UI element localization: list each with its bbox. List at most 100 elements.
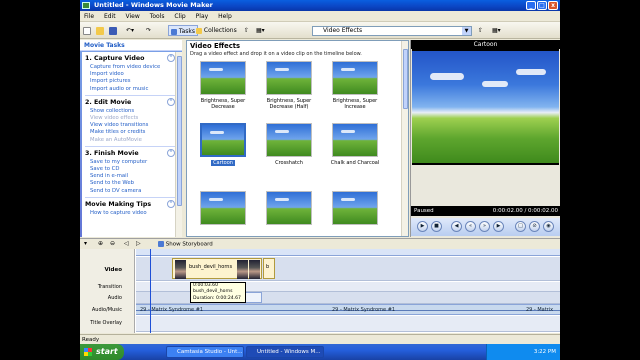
start-button[interactable]: start (80, 344, 124, 360)
effect-item[interactable]: Brightness, Super Decrease (Half) (260, 61, 318, 110)
stop-button[interactable]: ■ (431, 221, 442, 232)
send-email-link[interactable]: Send in e-mail (85, 173, 177, 180)
view-video-transitions-link[interactable]: View video transitions (85, 122, 177, 129)
make-titles-link[interactable]: Make titles or credits (85, 129, 177, 136)
title-overlay-track[interactable] (136, 316, 560, 332)
effect-item[interactable] (326, 191, 384, 225)
collection-combo[interactable]: Video Effects ▼ (312, 26, 472, 36)
new-project-button[interactable] (83, 25, 91, 36)
timeline: Video Transition Audio Audio/Music Title… (80, 249, 560, 333)
how-to-capture-link[interactable]: How to capture video (85, 210, 177, 217)
show-storyboard-button[interactable]: Show Storyboard (158, 241, 213, 249)
show-collections-link[interactable]: Show collections (85, 108, 177, 115)
effect-item[interactable]: Crosshatch (260, 123, 318, 166)
effect-label: Brightness, Super Decrease (200, 98, 246, 110)
menu-view[interactable]: View (122, 11, 144, 22)
task-section-title: Movie Making Tips ⌃ (85, 199, 177, 208)
menu-tools[interactable]: Tools (146, 11, 169, 22)
menu-clip[interactable]: Clip (170, 11, 189, 22)
preview-controls: ▶ ■ ◀ « » ▶ □ ⊘ ◉ (411, 218, 560, 236)
open-project-button[interactable] (96, 25, 104, 36)
collapse-chevron-icon[interactable]: ⌃ (167, 199, 175, 208)
menu-edit[interactable]: Edit (100, 11, 120, 22)
preview-title: Cartoon (411, 40, 560, 49)
finish-movie-title: 3. Finish Movie (85, 149, 139, 157)
menu-help[interactable]: Help (214, 11, 236, 22)
audio-clip-label: 29 - Matrix (526, 307, 554, 313)
previous-frame-button[interactable]: ◀ (451, 221, 462, 232)
video-effects-title: Video Effects (190, 42, 241, 50)
capture-from-device-link[interactable]: Capture from video device (85, 64, 177, 71)
snapshot-button[interactable]: ◉ (543, 221, 554, 232)
save-project-button[interactable] (109, 25, 117, 36)
up-collection-button[interactable]: ⇧ (478, 25, 483, 36)
tasks-icon (171, 28, 177, 35)
taskbar-item-camtasia[interactable]: Camtasia Studio - Unt... (166, 346, 244, 358)
collections-label: Collections (203, 27, 237, 34)
rewind-timeline-icon[interactable]: ◁ (124, 240, 129, 247)
effect-item-selected[interactable]: Cartoon (194, 122, 252, 166)
tasks-button[interactable]: Tasks (168, 25, 198, 36)
track-label-audio: Audio (107, 295, 122, 301)
forward-button[interactable]: » (479, 221, 490, 232)
view-video-effects-link[interactable]: View video effects (85, 115, 177, 122)
play-timeline-icon[interactable]: ▷ (136, 240, 141, 247)
chevron-down-icon[interactable]: ▼ (462, 27, 471, 35)
effect-item[interactable]: Brightness, Super Decrease (194, 61, 252, 110)
movie-maker-app-icon (82, 2, 90, 9)
menu-play[interactable]: Play (192, 11, 213, 22)
rewind-button[interactable]: « (465, 221, 476, 232)
effect-item[interactable] (194, 191, 252, 225)
import-video-link[interactable]: Import video (85, 71, 177, 78)
effects-scroll-thumb[interactable] (403, 49, 408, 109)
collapse-chevron-icon[interactable]: ⌃ (167, 97, 175, 106)
send-dv-camera-link[interactable]: Send to DV camera (85, 188, 177, 195)
video-track[interactable]: bush_devil_horns b (136, 257, 560, 281)
collections-icon (196, 27, 202, 34)
taskbar-item-movie-maker[interactable]: Untitled - Windows M... (246, 346, 324, 358)
fullscreen-button[interactable]: □ (515, 221, 526, 232)
minimize-button[interactable]: _ (526, 1, 536, 10)
tasks-scroll-thumb[interactable] (177, 56, 182, 206)
menu-bar: File Edit View Tools Clip Play Help (80, 11, 560, 22)
set-audio-levels-icon[interactable]: ▾ (84, 240, 87, 247)
collection-views-button[interactable]: ▦▾ (492, 25, 501, 36)
collapse-chevron-icon[interactable]: ⌃ (167, 148, 175, 157)
import-audio-link[interactable]: Import audio or music (85, 86, 177, 93)
preview-video (412, 49, 559, 165)
video-clip[interactable]: b (263, 258, 275, 279)
make-automovie-link[interactable]: Make an AutoMovie (85, 137, 177, 144)
collapse-chevron-icon[interactable]: ⌃ (167, 54, 175, 62)
timeline-ruler[interactable] (136, 249, 560, 256)
menu-file[interactable]: File (80, 11, 98, 22)
tasks-scrollbar[interactable] (175, 52, 182, 237)
effect-item[interactable]: Brightness, Super Increase (326, 61, 384, 110)
playhead[interactable] (150, 249, 151, 333)
up-folder-button[interactable]: ⇧ (244, 25, 249, 36)
audio-music-track[interactable]: 29 - Matrix Syndrome #1 29 - Matrix Synd… (136, 304, 560, 315)
maximize-button[interactable]: □ (537, 1, 547, 10)
undo-button[interactable]: ↶▾ (126, 25, 134, 36)
save-to-cd-link[interactable]: Save to CD (85, 166, 177, 173)
send-web-link[interactable]: Send to the Web (85, 180, 177, 187)
close-button[interactable]: x (548, 1, 558, 10)
effect-item[interactable]: Chalk and Charcoal (326, 123, 384, 166)
import-pictures-link[interactable]: Import pictures (85, 78, 177, 85)
title-bar[interactable]: Untitled - Windows Movie Maker _ □ x (80, 0, 560, 11)
split-clip-button[interactable]: ⊘ (529, 221, 540, 232)
zoom-in-icon[interactable]: ⊕ (98, 240, 103, 247)
redo-button[interactable]: ↷ (146, 25, 151, 36)
next-frame-button[interactable]: ▶ (493, 221, 504, 232)
edit-movie-title: 2. Edit Movie (85, 98, 132, 106)
collections-button[interactable]: Collections (196, 25, 237, 36)
play-button[interactable]: ▶ (417, 221, 428, 232)
save-to-computer-link[interactable]: Save to my computer (85, 159, 177, 166)
preview-image (412, 51, 559, 163)
zoom-out-icon[interactable]: ⊖ (110, 240, 115, 247)
effect-item[interactable] (260, 191, 318, 225)
show-storyboard-label: Show Storyboard (165, 241, 213, 248)
views-button[interactable]: ▦▾ (256, 25, 265, 36)
effects-scrollbar[interactable] (401, 41, 408, 236)
storyboard-icon (158, 241, 164, 247)
video-clip[interactable]: bush_devil_horns (172, 258, 262, 279)
